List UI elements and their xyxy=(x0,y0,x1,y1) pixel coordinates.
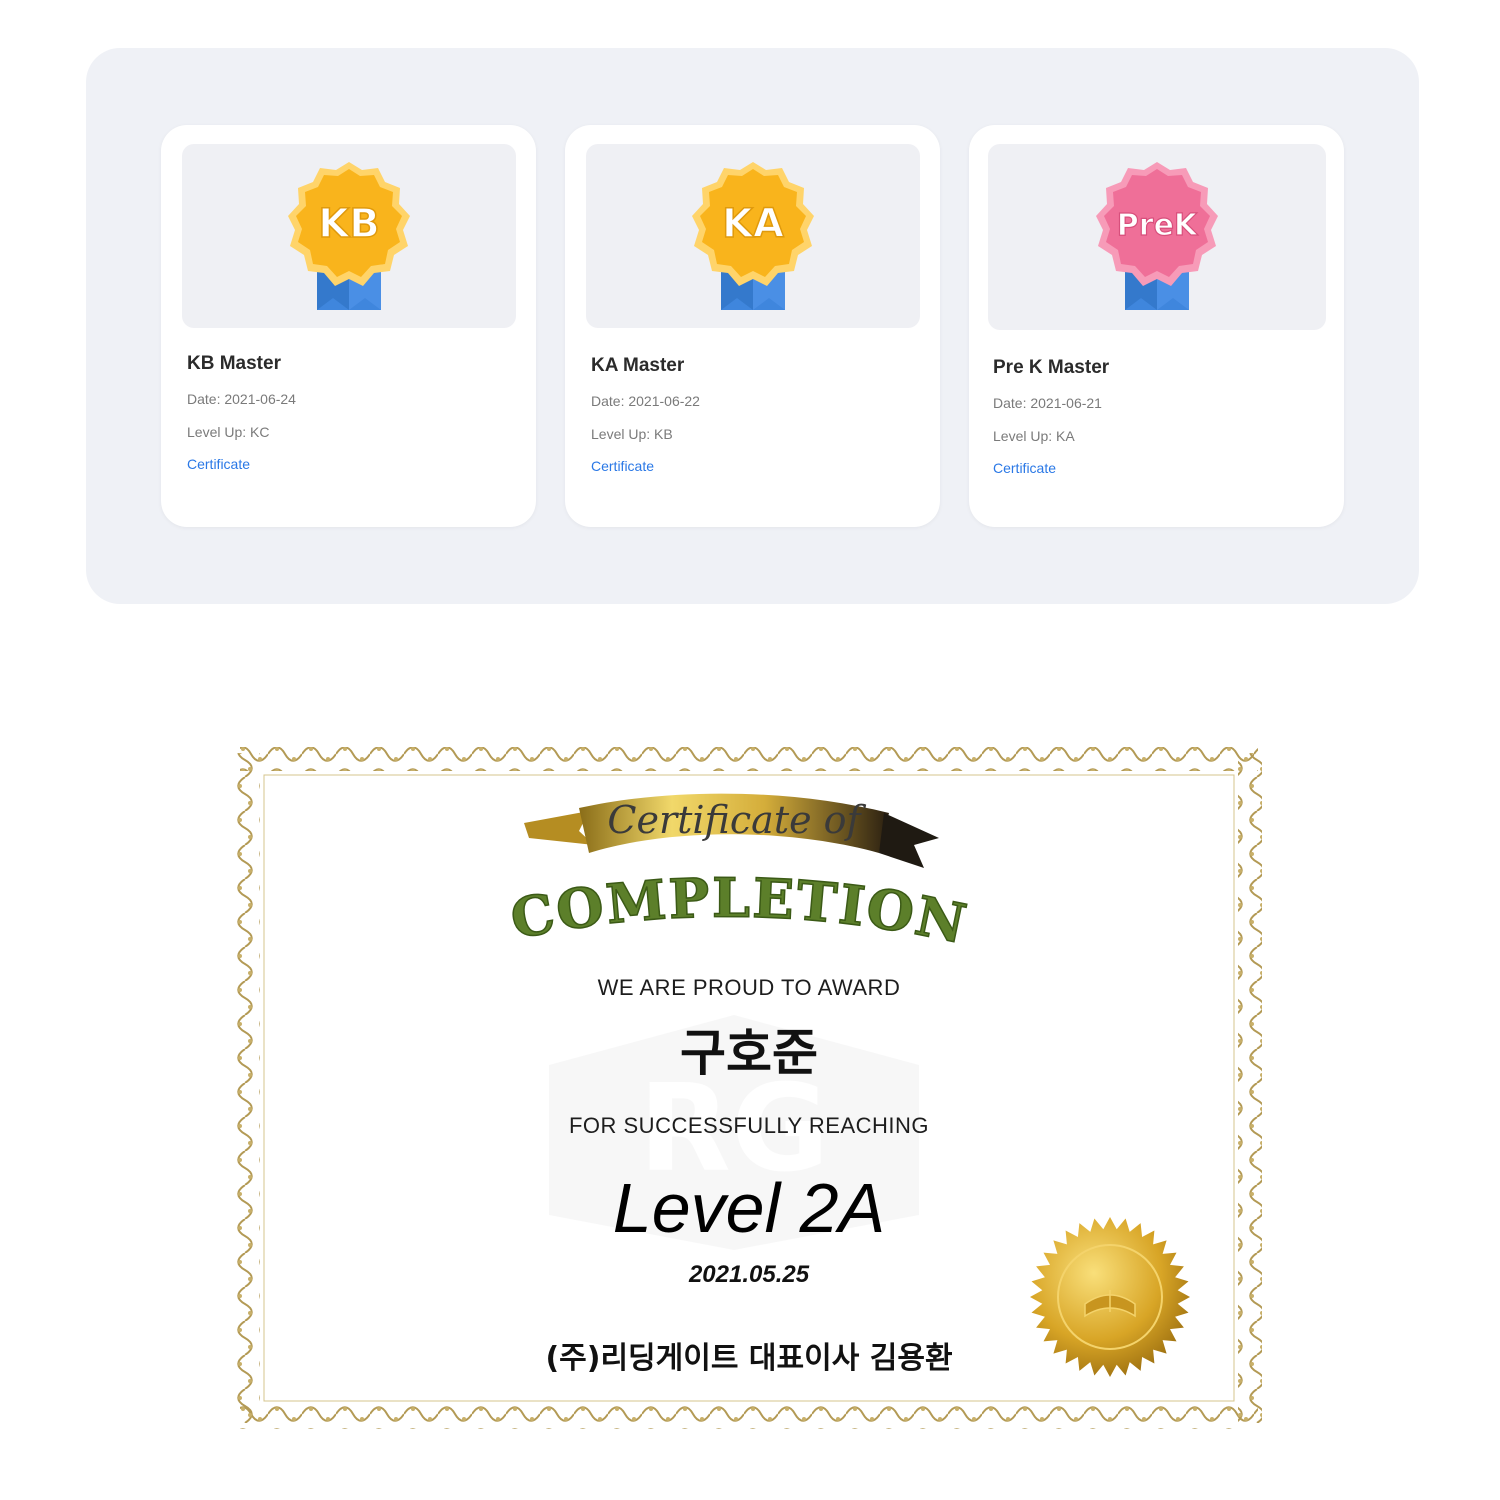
certificate-link[interactable]: Certificate xyxy=(993,460,1056,476)
card-level-up: Level Up: KA xyxy=(993,428,1075,444)
gold-seal-icon xyxy=(1030,1217,1190,1377)
card-level-up: Level Up: KB xyxy=(591,426,673,442)
badge-area: KB xyxy=(182,144,516,328)
kb-badge-icon: KB xyxy=(288,162,410,310)
level-card-prek: PreK Pre K Master Date: 2021-06-21 Level… xyxy=(969,125,1344,527)
card-title: Pre K Master xyxy=(993,357,1110,378)
svg-text:KA: KA xyxy=(722,201,784,247)
card-title: KA Master xyxy=(591,355,685,376)
badge-area: KA xyxy=(586,144,920,328)
svg-text:COMPLETION: COMPLETION xyxy=(506,868,974,956)
completion-heading: COMPLETION xyxy=(505,868,974,957)
level-card-ka: KA KA Master Date: 2021-06-22 Level Up: … xyxy=(565,125,940,527)
card-date: Date: 2021-06-24 xyxy=(187,391,296,407)
certificate-link[interactable]: Certificate xyxy=(591,458,654,474)
card-date: Date: 2021-06-21 xyxy=(993,395,1102,411)
certificate-link[interactable]: Certificate xyxy=(187,456,250,472)
badge-area: PreK xyxy=(988,144,1326,330)
reaching-line: FOR SUCCESSFULLY REACHING xyxy=(568,1113,930,1138)
prek-badge-icon: PreK xyxy=(1096,162,1218,310)
certificate-of-completion: RG Certificate of COMPLETION WE ARE PROU… xyxy=(234,743,1264,1433)
recipient-name: 구호준 xyxy=(680,1024,818,1082)
level-card-kb: KB KB Master Date: 2021-06-24 Level Up: … xyxy=(161,125,536,527)
ka-badge-icon: KA xyxy=(692,162,814,310)
svg-text:PreK: PreK xyxy=(1117,208,1199,243)
card-title: KB Master xyxy=(187,353,281,374)
svg-text:KB: KB xyxy=(318,201,379,247)
card-date: Date: 2021-06-22 xyxy=(591,393,700,409)
level-history-panel: KB KB Master Date: 2021-06-24 Level Up: … xyxy=(86,48,1419,604)
svg-text:Certificate of: Certificate of xyxy=(607,798,866,842)
award-line: WE ARE PROUD TO AWARD xyxy=(597,975,901,1000)
card-level-up: Level Up: KC xyxy=(187,424,270,440)
